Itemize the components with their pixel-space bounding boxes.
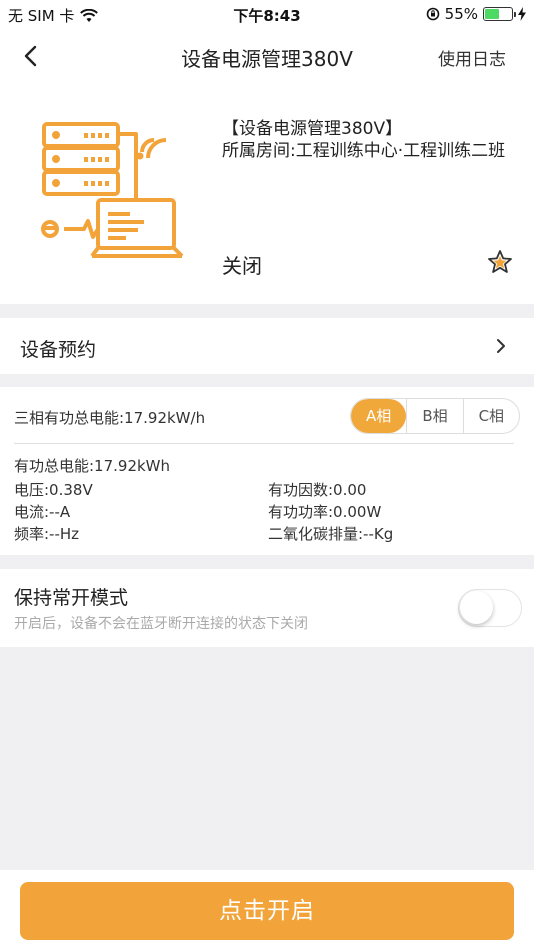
keep-open-mode-toggle[interactable]	[458, 589, 522, 627]
battery-percent: 55%	[444, 5, 478, 23]
frequency-reading: 频率:--Hz	[14, 525, 80, 543]
status-right: 55%	[426, 5, 526, 23]
voltage-reading: 电压:0.38V	[14, 481, 93, 499]
toggle-knob	[460, 591, 493, 624]
current-reading: 电流:--A	[14, 503, 71, 521]
device-name: 【设备电源管理380V】	[222, 119, 403, 139]
three-phase-total-energy: 三相有功总电能:17.92kW/h	[14, 409, 206, 427]
usage-log-button[interactable]: 使用日志	[438, 45, 506, 70]
orientation-lock-icon	[426, 7, 439, 21]
nav-bar: 设备电源管理380V 使用日志	[0, 28, 534, 84]
battery-icon	[483, 7, 516, 21]
keep-open-mode-title: 保持常开模式	[14, 587, 129, 609]
phase-selector: A相 B相 C相	[350, 398, 520, 434]
active-total-energy: 有功总电能:17.92kWh	[14, 457, 171, 475]
device-room: 所属房间:工程训练中心·工程训练二班	[222, 141, 506, 161]
active-power-reading: 有功功率:0.00W	[268, 503, 382, 521]
star-icon[interactable]	[486, 248, 514, 276]
co2-emission-reading: 二氧化碳排量:--Kg	[268, 525, 394, 543]
power-readings-card: 三相有功总电能:17.92kW/h A相 B相 C相 有功总电能:17.92kW…	[0, 387, 534, 555]
bottom-action-bar: 点击开启	[0, 870, 534, 950]
keep-open-mode-description: 开启后，设备不会在蓝牙断开连接的状态下关闭	[14, 616, 308, 632]
phase-a-button[interactable]: A相	[351, 399, 407, 433]
device-reservation-row[interactable]: 设备预约	[0, 318, 534, 374]
phase-c-button[interactable]: C相	[462, 399, 519, 433]
server-laptop-illustration-icon	[41, 122, 184, 258]
device-card: 【设备电源管理380V】 所属房间:工程训练中心·工程训练二班 关闭	[0, 84, 534, 304]
status-bar: 无 SIM 卡 下午8:43 55%	[0, 0, 534, 28]
power-factor-reading: 有功因数:0.00	[268, 481, 367, 499]
turn-on-button[interactable]: 点击开启	[20, 882, 514, 940]
chevron-right-icon	[497, 339, 505, 353]
battery-fill	[485, 9, 499, 19]
device-state: 关闭	[222, 254, 262, 278]
charging-icon	[518, 7, 526, 21]
device-reservation-label: 设备预约	[20, 339, 97, 361]
phase-b-button[interactable]: B相	[406, 399, 462, 433]
divider	[14, 443, 514, 444]
keep-open-mode-card: 保持常开模式 开启后，设备不会在蓝牙断开连接的状态下关闭	[0, 569, 534, 647]
